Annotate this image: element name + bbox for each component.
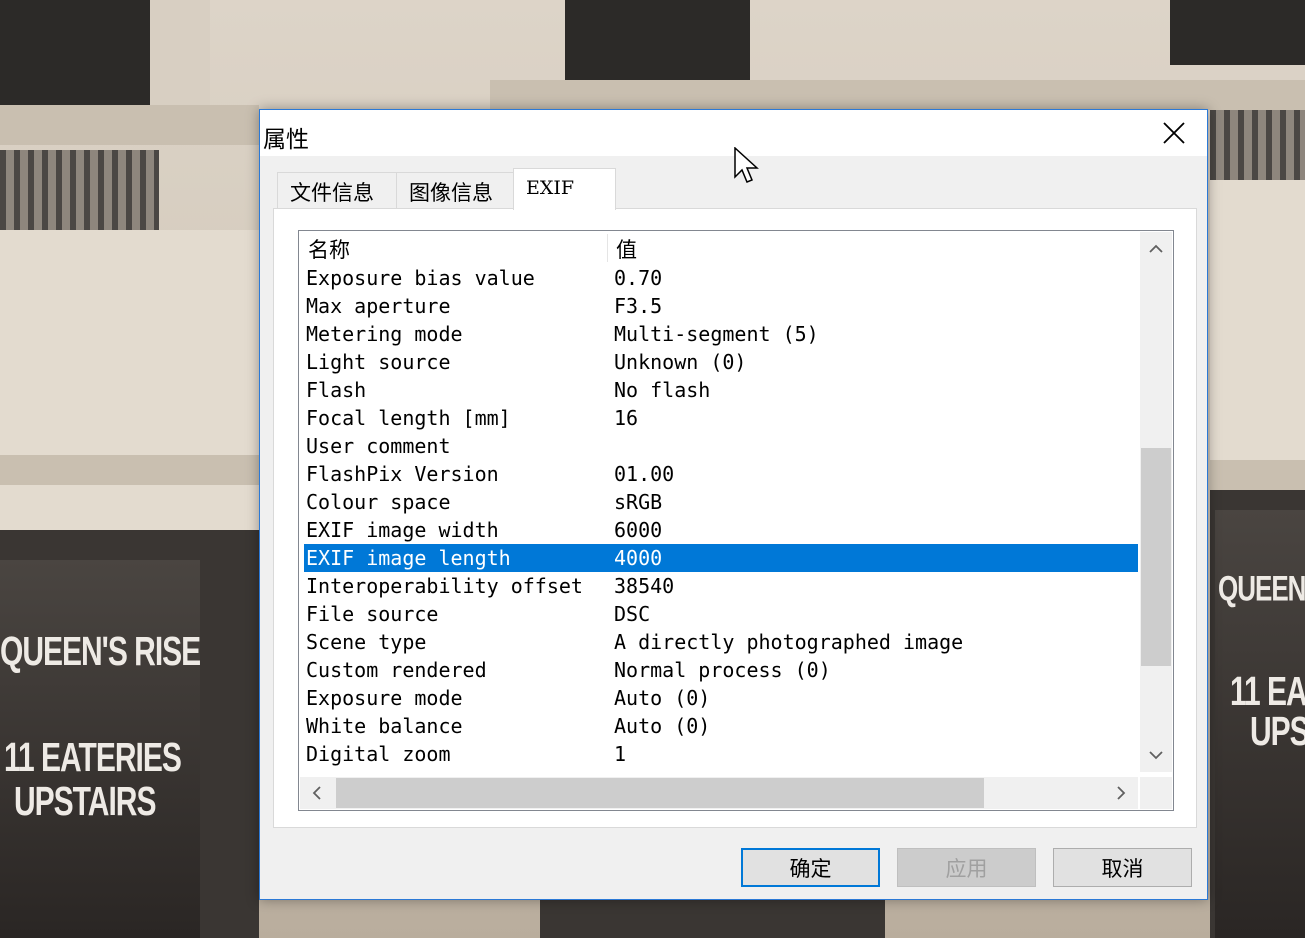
exif-field-name: Max aperture: [306, 294, 451, 318]
list-item[interactable]: User comment: [304, 432, 1138, 460]
tab-exif[interactable]: EXIF: [513, 168, 616, 210]
list-item[interactable]: Digital zoom 1: [304, 740, 1138, 768]
exif-field-name: Colour space: [306, 490, 451, 514]
list-item[interactable]: Exposure bias value 0.70: [304, 264, 1138, 292]
list-item[interactable]: Metering mode Multi-segment (5): [304, 320, 1138, 348]
scroll-left-button[interactable]: [300, 777, 334, 809]
scrollbar-corner: [1140, 777, 1172, 809]
exif-field-name: EXIF image length: [306, 546, 511, 570]
chevron-left-icon: [312, 786, 321, 800]
close-icon: [1163, 122, 1185, 144]
exif-field-name: Flash: [306, 378, 367, 402]
exif-field-value: 01.00: [614, 462, 675, 486]
exif-field-value: 38540: [614, 574, 675, 598]
mouse-pointer-icon: [734, 147, 759, 183]
exif-field-name: Metering mode: [306, 322, 463, 346]
list-item[interactable]: Colour space sRGB: [304, 488, 1138, 516]
scroll-down-button[interactable]: [1140, 738, 1172, 772]
chevron-down-icon: [1149, 751, 1163, 760]
chevron-right-icon: [1117, 786, 1126, 800]
exif-field-name: Custom rendered: [306, 658, 487, 682]
exif-list-view[interactable]: 名称 值 Exposure bias value 0.70 Max aperture…: [298, 230, 1174, 811]
exif-field-value: 4000: [614, 546, 663, 570]
column-header-value[interactable]: 值: [616, 234, 637, 264]
exif-field-value: A directly photographed image: [614, 630, 964, 654]
shop-sign-text: UPSTAIRS: [14, 780, 156, 825]
exif-field-name: White balance: [306, 714, 463, 738]
exif-field-value: 6000: [614, 518, 663, 542]
exif-field-value: 16: [614, 406, 639, 430]
exif-field-value: Auto (0): [614, 686, 711, 710]
horizontal-scroll-thumb[interactable]: [336, 778, 984, 808]
shop-sign-text: 11 EA: [1230, 670, 1305, 715]
exif-field-value: DSC: [614, 602, 651, 626]
exif-field-name: Digital zoom: [306, 742, 451, 766]
vertical-scrollbar[interactable]: [1140, 232, 1172, 772]
close-button[interactable]: [1141, 110, 1207, 156]
list-item[interactable]: Flash No flash: [304, 376, 1138, 404]
chevron-up-icon: [1149, 244, 1163, 253]
exif-field-value: F3.5: [614, 294, 663, 318]
apply-button[interactable]: 应用: [897, 848, 1036, 887]
exif-field-name: Exposure bias value: [306, 266, 535, 290]
exif-field-name: File source: [306, 602, 439, 626]
exif-field-name: Interoperability offset: [306, 574, 583, 598]
list-item[interactable]: Focal length [mm] 16: [304, 404, 1138, 432]
exif-field-value: Auto (0): [614, 714, 711, 738]
list-item[interactable]: Max aperture F3.5: [304, 292, 1138, 320]
exif-field-value: Multi-segment (5): [614, 322, 819, 346]
scroll-right-button[interactable]: [1104, 777, 1138, 809]
exif-field-value: Normal process (0): [614, 658, 831, 682]
shop-sign-text: UPS: [1250, 710, 1305, 755]
list-item[interactable]: Scene type A directly photographed image: [304, 628, 1138, 656]
exif-field-value: Unknown (0): [614, 350, 747, 374]
shop-sign-text: 11 EATERIES: [4, 736, 182, 781]
properties-dialog: 属性 文件信息 图像信息 EXIF 名称 值 Exposure bias val…: [259, 109, 1208, 900]
list-item[interactable]: Light source Unknown (0): [304, 348, 1138, 376]
list-item[interactable]: Exposure mode Auto (0): [304, 684, 1138, 712]
column-header-name[interactable]: 名称: [308, 234, 350, 264]
exif-field-name: User comment: [306, 434, 451, 458]
list-header: 名称 值: [300, 232, 1138, 264]
cancel-button[interactable]: 取消: [1053, 848, 1192, 887]
exif-field-value: 1: [614, 742, 627, 766]
tab-file-info[interactable]: 文件信息: [277, 172, 397, 208]
horizontal-scrollbar[interactable]: [300, 777, 1138, 809]
tab-image-info[interactable]: 图像信息: [396, 172, 514, 208]
list-item[interactable]: Custom rendered Normal process (0): [304, 656, 1138, 684]
list-item[interactable]: White balance Auto (0): [304, 712, 1138, 740]
exif-rows: Exposure bias value 0.70 Max aperture F3.5 M…: [304, 264, 1138, 768]
list-item[interactable]: File source DSC: [304, 600, 1138, 628]
exif-field-value: sRGB: [614, 490, 663, 514]
exif-field-name: Scene type: [306, 630, 427, 654]
exif-field-name: Focal length [mm]: [306, 406, 511, 430]
dialog-title: 属性: [263, 127, 309, 153]
exif-field-value: 0.70: [614, 266, 663, 290]
exif-field-name: FlashPix Version: [306, 462, 499, 486]
list-item[interactable]: Interoperability offset 38540: [304, 572, 1138, 600]
exif-field-name: Light source: [306, 350, 451, 374]
exif-field-name: EXIF image width: [306, 518, 499, 542]
list-item[interactable]: EXIF image width 6000: [304, 516, 1138, 544]
column-separator[interactable]: [607, 234, 608, 262]
exif-field-value: No flash: [614, 378, 711, 402]
shop-sign-text: QUEEN'S RISE: [0, 630, 201, 675]
scroll-up-button[interactable]: [1140, 232, 1172, 266]
vertical-scroll-thumb[interactable]: [1141, 448, 1171, 666]
shop-sign-text: QUEEN: [1218, 568, 1305, 609]
ok-button[interactable]: 确定: [741, 848, 880, 887]
exif-tab-panel: 名称 值 Exposure bias value 0.70 Max aperture…: [273, 208, 1197, 828]
list-item[interactable]: EXIF image length 4000: [304, 544, 1138, 572]
exif-field-name: Exposure mode: [306, 686, 463, 710]
list-item[interactable]: FlashPix Version 01.00: [304, 460, 1138, 488]
